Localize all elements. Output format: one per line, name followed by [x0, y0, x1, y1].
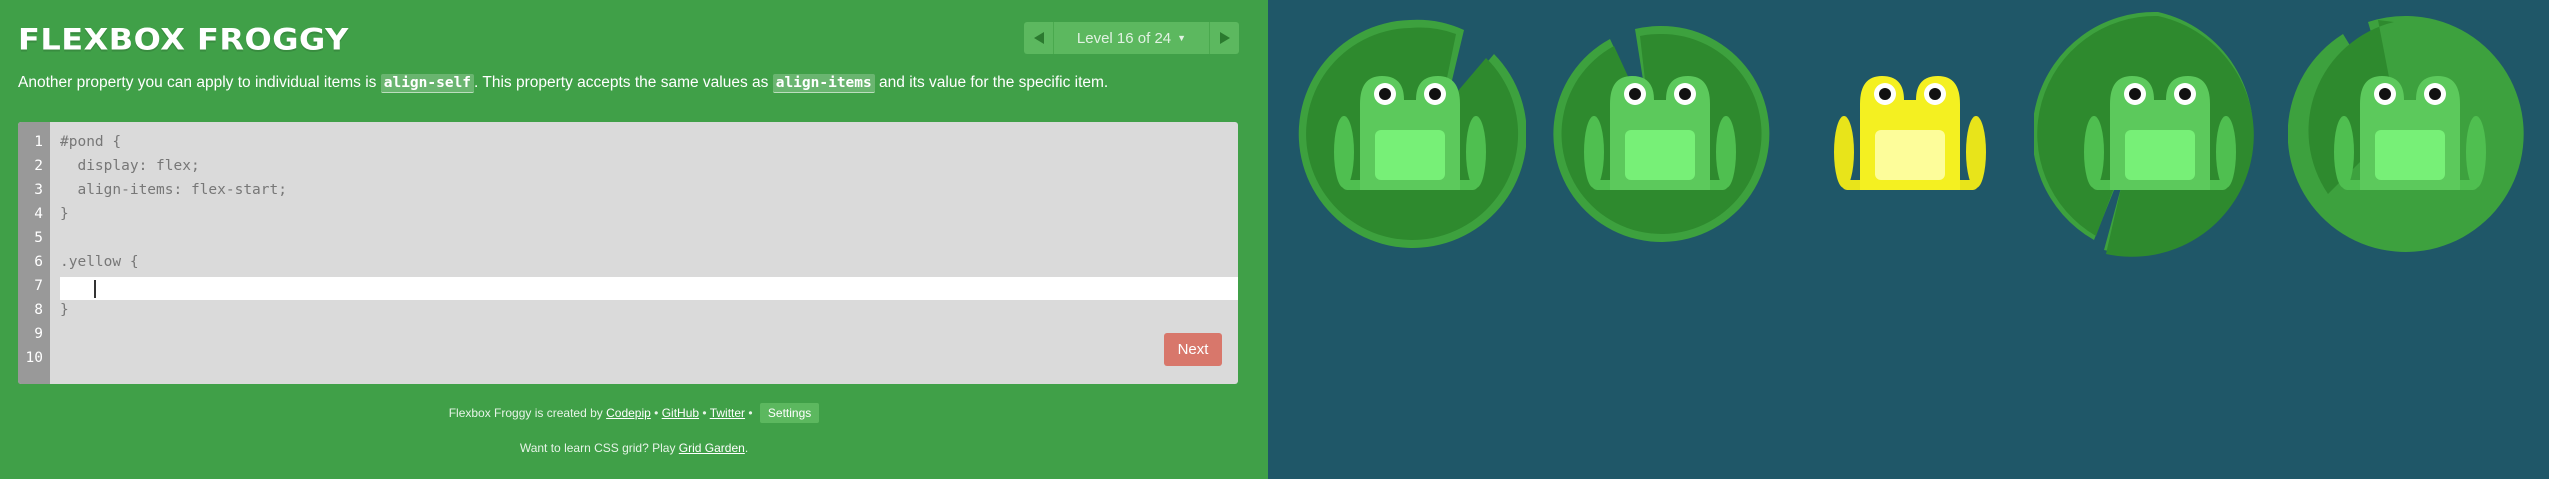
promo-text: . — [744, 441, 749, 455]
green-frog — [1334, 76, 1486, 190]
line-number: 1 — [34, 134, 43, 150]
line-number: 6 — [34, 254, 43, 270]
instructions: Another property you can apply to indivi… — [18, 72, 1248, 94]
caret-down-icon: ▼ — [1177, 33, 1187, 43]
line-number: 8 — [34, 302, 43, 318]
grid-garden-promo: Want to learn CSS grid? Play Grid Garden… — [0, 441, 1268, 455]
separator: • — [699, 406, 710, 420]
code-line: } — [60, 302, 69, 318]
green-frog — [2334, 76, 2486, 190]
github-link[interactable]: GitHub — [662, 406, 699, 420]
code-line: #pond { — [60, 134, 122, 150]
code-line: display: flex; — [60, 158, 200, 174]
next-button[interactable]: Next — [1164, 333, 1222, 366]
line-number: 7 — [34, 278, 43, 294]
level-indicator[interactable]: Level 16 of 24 ▼ — [1054, 22, 1209, 54]
next-level-button[interactable] — [1209, 22, 1239, 54]
separator: • — [650, 406, 662, 420]
settings-button[interactable]: Settings — [759, 403, 820, 423]
triangle-right-icon — [1219, 32, 1230, 44]
triangle-left-icon — [1033, 32, 1044, 44]
line-number: 3 — [34, 182, 43, 198]
sidebar: FLEXBOX FROGGY Level 16 of 24 ▼ Another … — [0, 0, 1268, 479]
code-line: align-items: flex-start; — [60, 182, 287, 198]
line-number-gutter: 1 2 3 4 5 6 7 8 9 10 — [18, 122, 50, 384]
codepip-link[interactable]: Codepip — [606, 406, 651, 420]
code-align-items: align-items — [772, 74, 875, 93]
green-frog — [2084, 76, 2236, 190]
credits-text: Flexbox Froggy is created by — [448, 406, 607, 420]
line-number: 2 — [34, 158, 43, 174]
pond — [1268, 0, 2549, 479]
yellow-frog — [1834, 76, 1986, 190]
grid-garden-link[interactable]: Grid Garden — [679, 441, 745, 455]
promo-text: Want to learn CSS grid? Play — [519, 441, 679, 455]
separator: • — [745, 406, 756, 420]
line-number: 5 — [34, 230, 43, 246]
css-code-input[interactable] — [60, 277, 1238, 300]
code-line: } — [60, 206, 69, 222]
code-line: .yellow { — [60, 254, 139, 270]
line-number: 9 — [34, 326, 43, 342]
green-frog — [1584, 76, 1736, 190]
instructions-text: and its value for the specific item. — [874, 74, 1109, 91]
twitter-link[interactable]: Twitter — [710, 406, 745, 420]
instructions-text: Another property you can apply to indivi… — [18, 74, 381, 91]
instructions-text: . This property accepts the same values … — [474, 74, 773, 91]
app-title: FLEXBOX FROGGY — [18, 22, 349, 57]
line-number: 10 — [25, 350, 43, 366]
level-label: Level 16 of 24 — [1076, 29, 1172, 47]
css-editor: 1 2 3 4 5 6 7 8 9 10 #pond { display: fl… — [18, 122, 1238, 384]
code-align-self: align-self — [380, 74, 475, 93]
level-navigation: Level 16 of 24 ▼ — [1024, 22, 1239, 54]
text-cursor — [94, 280, 96, 298]
line-number: 4 — [34, 206, 43, 222]
previous-level-button[interactable] — [1024, 22, 1054, 54]
credits: Flexbox Froggy is created by Codepip • G… — [0, 403, 1268, 423]
